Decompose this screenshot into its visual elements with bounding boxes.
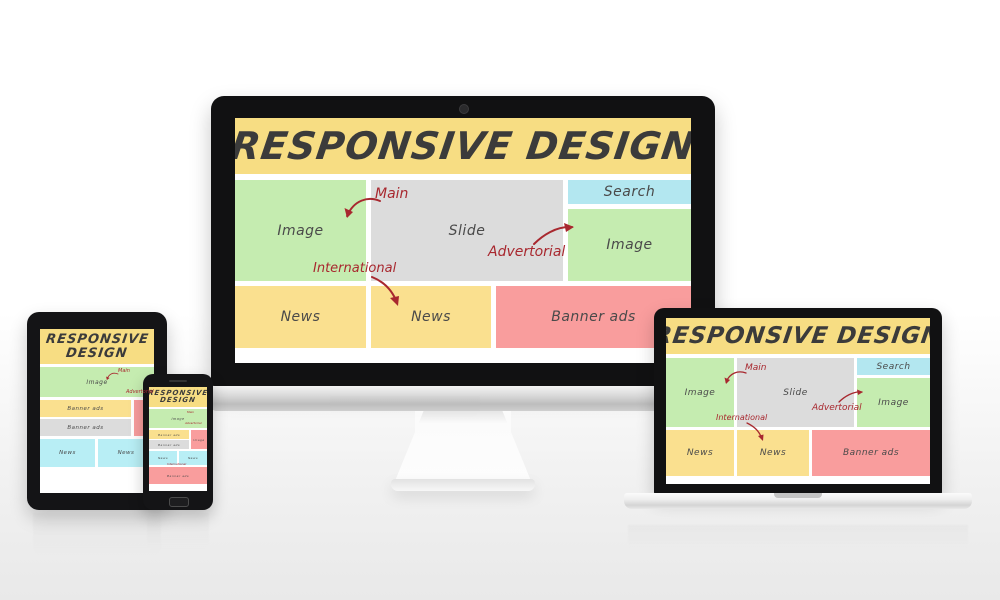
tablet-tile-banner-gray[interactable]: Banner ads — [40, 419, 131, 436]
phone-tile-news-left-label: News — [157, 456, 169, 460]
laptop-header-banner: RESPONSIVE DESIGN — [666, 318, 930, 354]
webcam-icon — [459, 104, 469, 114]
tablet-tile-news-left[interactable]: News — [40, 439, 95, 467]
desktop-tile-image-right[interactable]: Image — [568, 209, 691, 281]
laptop-tile-search[interactable]: Search — [857, 358, 930, 375]
tablet-tile-image-label: Image — [86, 378, 108, 386]
monitor-stand-neck — [415, 411, 511, 481]
phone-tile-image-right-label: Image — [193, 437, 205, 442]
laptop-tile-image-right[interactable]: Image — [857, 378, 930, 427]
phone-header-line2: DESIGN — [159, 396, 197, 404]
laptop: RESPONSIVE DESIGN Image Slide Search Ima… — [624, 308, 972, 524]
laptop-screen: RESPONSIVE DESIGN Image Slide Search Ima… — [666, 318, 930, 484]
phone-tile-banner-bottom[interactable]: Banner ads — [149, 467, 207, 484]
smartphone: RESPONSIVE DESIGN Image Banner ads Banne… — [143, 374, 213, 512]
desktop-tile-news-left[interactable]: News — [235, 286, 366, 348]
laptop-header-text: RESPONSIVE DESIGN — [666, 323, 930, 349]
laptop-tile-news-middle[interactable]: News — [737, 430, 809, 476]
tablet-reflection — [33, 513, 161, 557]
phone-tile-banner-yellow[interactable]: Banner ads — [149, 430, 189, 439]
desktop-tile-news-middle[interactable]: News — [371, 286, 491, 348]
phone-tile-image-label: Image — [171, 416, 185, 421]
desktop-tile-news-left-label: News — [280, 309, 321, 325]
laptop-tile-slide-label: Slide — [783, 387, 808, 398]
laptop-base-notch — [774, 493, 822, 498]
tablet-screen: RESPONSIVE DESIGN Image Banner ads Banne… — [40, 329, 154, 493]
laptop-reflection — [628, 525, 968, 551]
phone-reflection — [147, 513, 209, 551]
phone-home-button[interactable] — [169, 497, 189, 507]
phone-tile-banner-gray-label: Banner ads — [157, 442, 181, 447]
phone-tile-news-right[interactable]: News — [179, 451, 207, 465]
monitor-stand-foot — [391, 479, 535, 491]
tablet-tile-news-right-label: News — [117, 450, 135, 456]
laptop-tile-search-label: Search — [876, 361, 911, 372]
phone-header-banner: RESPONSIVE DESIGN — [149, 387, 207, 407]
phone-tile-image-right[interactable]: Image — [191, 430, 207, 449]
desktop-tile-search[interactable]: Search — [568, 180, 691, 204]
desktop-tile-image-left-label: Image — [277, 222, 324, 239]
laptop-tile-image-right-label: Image — [878, 397, 909, 408]
desktop-tile-image-left[interactable]: Image — [235, 180, 366, 281]
laptop-tile-image-left[interactable]: Image — [666, 358, 734, 427]
laptop-tile-banner-ads-label: Banner ads — [842, 448, 900, 458]
tablet-tile-banner-yellow[interactable]: Banner ads — [40, 400, 131, 417]
laptop-tile-news-left[interactable]: News — [666, 430, 734, 476]
phone-speaker-icon — [169, 380, 187, 382]
monitor-reflection — [330, 396, 480, 418]
phone-screen: RESPONSIVE DESIGN Image Banner ads Banne… — [149, 387, 207, 491]
desktop-header-text: RESPONSIVE DESIGN — [235, 124, 691, 168]
laptop-tile-banner-ads[interactable]: Banner ads — [812, 430, 930, 476]
laptop-tile-news-left-label: News — [686, 448, 714, 458]
tablet-header-banner: RESPONSIVE DESIGN — [40, 329, 154, 364]
desktop-tile-news-middle-label: News — [411, 309, 451, 325]
phone-tile-news-right-label: News — [187, 456, 199, 460]
tablet-tile-banner-yellow-label: Banner ads — [67, 405, 104, 412]
phone-tile-banner-bottom-label: Banner ads — [166, 473, 190, 478]
desktop-tile-slide[interactable]: Slide — [371, 180, 563, 281]
desktop-tile-image-right-label: Image — [606, 237, 653, 253]
tablet-tile-news-left-label: News — [59, 450, 76, 456]
laptop-tile-slide[interactable]: Slide — [737, 358, 854, 427]
phone-tile-banner-yellow-label: Banner ads — [157, 432, 181, 437]
desktop-header-banner: RESPONSIVE DESIGN — [235, 118, 691, 174]
phone-tile-banner-gray[interactable]: Banner ads — [149, 440, 189, 449]
tablet-header-line2: DESIGN — [65, 345, 129, 361]
desktop-tile-search-label: Search — [603, 184, 656, 200]
scene-background: RESPONSIVE DESIGN Image Slide Search Ima… — [0, 0, 1000, 600]
phone-tile-image[interactable]: Image — [149, 409, 207, 428]
laptop-tile-news-middle-label: News — [759, 448, 787, 458]
laptop-tile-image-left-label: Image — [684, 387, 716, 398]
desktop-tile-slide-label: Slide — [448, 222, 486, 239]
tablet-header-line1: RESPONSIVE — [44, 331, 150, 347]
tablet-tile-image[interactable]: Image — [40, 367, 154, 397]
tablet-tile-banner-gray-label: Banner ads — [67, 424, 104, 431]
desktop-screen: RESPONSIVE DESIGN Image Slide Search Ima… — [235, 118, 691, 363]
phone-tile-news-left[interactable]: News — [149, 451, 177, 465]
